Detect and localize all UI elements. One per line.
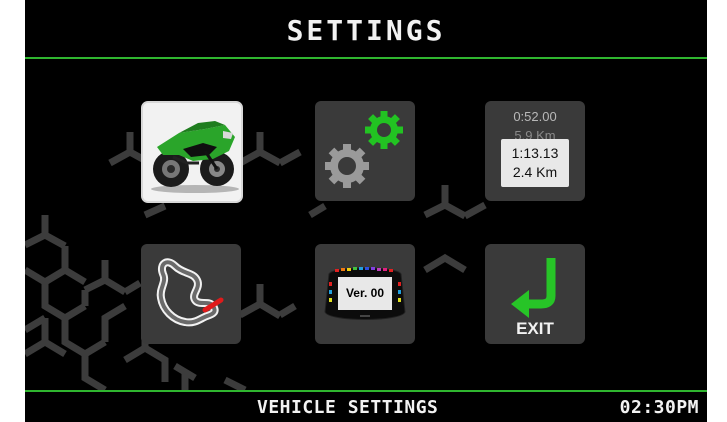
- track-map-icon: [156, 258, 224, 327]
- gears-icon: [325, 111, 403, 188]
- lap-distance-2: 2.4 Km: [512, 164, 558, 180]
- exit-label: EXIT: [516, 319, 554, 338]
- laps-settings-tile[interactable]: 0:52.00 5.9 Km 1:13.13 2.4 Km: [485, 101, 585, 201]
- motorcycle-icon: [143, 103, 241, 201]
- footer: VEHICLE SETTINGS 02:30PM: [25, 392, 707, 422]
- lap-time-2: 1:13.13: [511, 145, 559, 161]
- header-divider: [25, 57, 707, 59]
- selected-item-label: VEHICLE SETTINGS: [257, 397, 439, 418]
- exit-tile[interactable]: EXIT: [485, 244, 585, 344]
- header: SETTINGS: [25, 0, 707, 58]
- dash-screen: SETTINGS 0:52.00 5.9 Km 1:13.13 2.4 Km V…: [25, 0, 707, 422]
- firmware-version: Ver. 00: [345, 286, 385, 300]
- track-settings-tile[interactable]: [141, 244, 241, 344]
- vehicle-settings-tile[interactable]: [141, 101, 243, 203]
- clock: 02:30PM: [619, 397, 699, 418]
- page-title: SETTINGS: [286, 13, 446, 47]
- firmware-tile[interactable]: Ver. 00: [315, 244, 415, 344]
- system-settings-tile[interactable]: [315, 101, 415, 201]
- lap-time-1: 0:52.00: [513, 109, 557, 124]
